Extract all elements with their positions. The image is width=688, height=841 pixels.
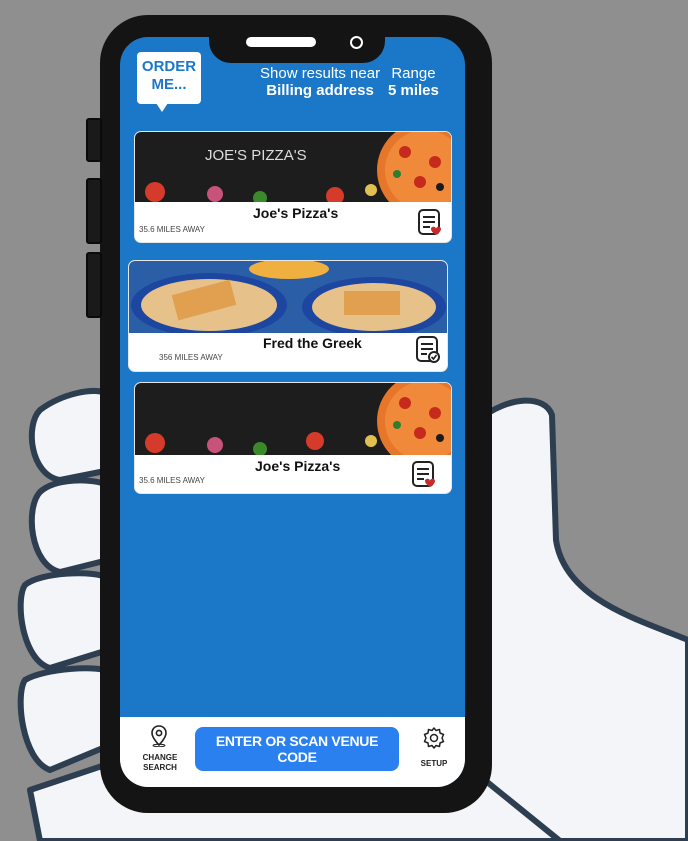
- hand-thumb-overlay: [0, 0, 688, 841]
